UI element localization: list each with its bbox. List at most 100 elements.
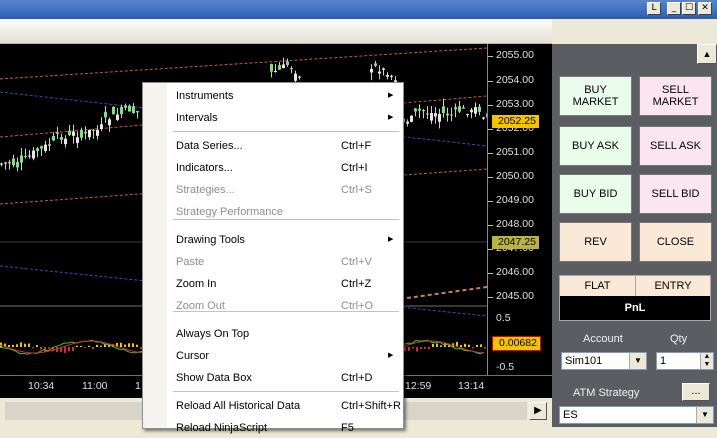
stepper-arrows-icon[interactable]: ▲ ▼ (700, 353, 713, 369)
menu-item-paste: Paste Ctrl+V (176, 252, 396, 272)
position-status: FLAT (560, 276, 636, 296)
menu-item-shortcut: Ctrl+D (341, 372, 373, 384)
menu-item-instruments[interactable]: Instruments ▶ (176, 86, 396, 106)
candle (474, 107, 477, 114)
buy-market-button[interactable]: BUY MARKET (559, 76, 632, 116)
atm-strategy-select[interactable]: ES ▼ (559, 406, 714, 424)
menu-item-label: Indicators... (176, 162, 233, 174)
qty-stepper[interactable]: 1 ▲ ▼ (656, 352, 714, 370)
maximize-button[interactable]: ☐ (682, 2, 696, 15)
candle (108, 119, 111, 126)
menu-item-label: Cursor (176, 350, 210, 362)
atm-strategy-value: ES (563, 409, 578, 421)
candle (406, 121, 409, 124)
menu-item-intervals[interactable]: Intervals ▶ (176, 108, 396, 128)
menu-item-label: Drawing Tools (176, 234, 245, 246)
candle (294, 73, 297, 81)
price-tick: 2054.00 (496, 74, 534, 86)
menu-item-always-on-top[interactable]: Always On Top (176, 324, 396, 344)
indicator-bar (88, 345, 90, 347)
lock-button[interactable]: L (647, 2, 661, 15)
menu-item-cursor[interactable]: Cursor ▶ (176, 346, 396, 366)
menu-item-drawing-tools[interactable]: Drawing Tools ▶ (176, 230, 396, 250)
candle (16, 161, 19, 168)
indicator-bar (440, 345, 442, 347)
menu-item-data-series[interactable]: Data Series... Ctrl+F (176, 136, 396, 156)
buy-ask-button[interactable]: BUY ASK (559, 126, 632, 166)
time-label: 12:59 (405, 380, 432, 392)
qty-value: 1 (660, 355, 667, 367)
candle (76, 137, 79, 144)
pnl-display: PnL (560, 296, 710, 320)
buy-bid-button[interactable]: BUY BID (559, 174, 632, 214)
menu-item-label: Paste (176, 256, 205, 268)
candle (478, 106, 481, 112)
candle (462, 107, 465, 109)
candle (28, 155, 31, 157)
candle (410, 115, 413, 122)
chart-toolbar (0, 19, 552, 44)
candle (64, 138, 67, 145)
candle (298, 76, 301, 78)
menu-item-reload-all-historical-data[interactable]: Reload All Historical Data Ctrl+Shift+R (176, 396, 401, 416)
close-window-button[interactable]: ✕ (698, 2, 712, 15)
chevron-down-icon[interactable]: ▼ (696, 407, 713, 423)
submenu-arrow-icon: ▶ (388, 236, 394, 243)
panel-scroll-up-icon[interactable]: ▲ (697, 44, 717, 64)
candle (4, 162, 7, 164)
chevron-down-icon[interactable]: ▼ (629, 353, 646, 369)
reverse-button[interactable]: REV (559, 222, 632, 262)
sell-market-button[interactable]: SELL MARKET (639, 76, 712, 116)
candle (96, 129, 99, 136)
candle (274, 71, 277, 73)
candle (454, 107, 457, 110)
indicator-bar (484, 347, 486, 349)
menu-item-shortcut: Ctrl+Z (341, 278, 372, 290)
price-tick: 2048.00 (496, 218, 534, 230)
menu-item-label: Reload NinjaScript (176, 422, 268, 434)
candle (20, 155, 23, 163)
atm-config-button[interactable]: ... (682, 383, 710, 401)
candle (80, 130, 83, 138)
indicator-bar (432, 343, 434, 347)
close-position-button[interactable]: CLOSE (639, 222, 712, 262)
indicator-bar (412, 347, 414, 349)
menu-item-reload-ninjascript[interactable]: Reload NinjaScript F5 (176, 418, 396, 438)
candle (290, 68, 293, 70)
menu-item-indicators[interactable]: Indicators... Ctrl+I (176, 158, 396, 178)
marker-price-tag: 2047.25 (492, 236, 539, 249)
menu-item-zoom-in[interactable]: Zoom In Ctrl+Z (176, 274, 396, 294)
last-price-tag: 2052.25 (492, 115, 539, 128)
candle (56, 132, 59, 134)
candle (378, 71, 381, 74)
candle (430, 113, 433, 121)
menu-item-show-data-box[interactable]: Show Data Box Ctrl+D (176, 368, 396, 388)
menu-item-label: Zoom Out (176, 300, 225, 312)
indicator-bar (84, 347, 86, 349)
candle (124, 105, 127, 108)
menu-item-label: Reload All Historical Data (176, 400, 301, 412)
menu-item-label: Strategy Performance (176, 206, 283, 218)
menu-item-shortcut: Ctrl+V (341, 256, 372, 268)
submenu-arrow-icon: ▶ (388, 92, 394, 99)
indicator-bar (16, 344, 18, 347)
candle (104, 111, 107, 118)
indicator-bar (136, 344, 138, 347)
account-select[interactable]: Sim101 ▼ (561, 352, 647, 370)
indicator-bar (68, 347, 70, 352)
sell-bid-button[interactable]: SELL BID (639, 174, 712, 214)
scroll-right-icon[interactable]: ▶ (529, 402, 547, 420)
candle (390, 75, 393, 77)
candle (24, 156, 27, 158)
price-axis: 2055.00 2054.00 2053.00 2052.00 2051.00 … (487, 44, 553, 375)
minimize-button[interactable]: _ (667, 2, 681, 15)
account-value: Sim101 (565, 355, 603, 367)
candle (60, 137, 63, 140)
menu-item-shortcut: Ctrl+F (341, 140, 372, 152)
channel-upper-line (0, 47, 487, 80)
candle (116, 114, 119, 120)
indicator-bar (132, 343, 134, 347)
candle (422, 109, 425, 112)
qty-label: Qty (670, 333, 688, 345)
sell-ask-button[interactable]: SELL ASK (639, 126, 712, 166)
